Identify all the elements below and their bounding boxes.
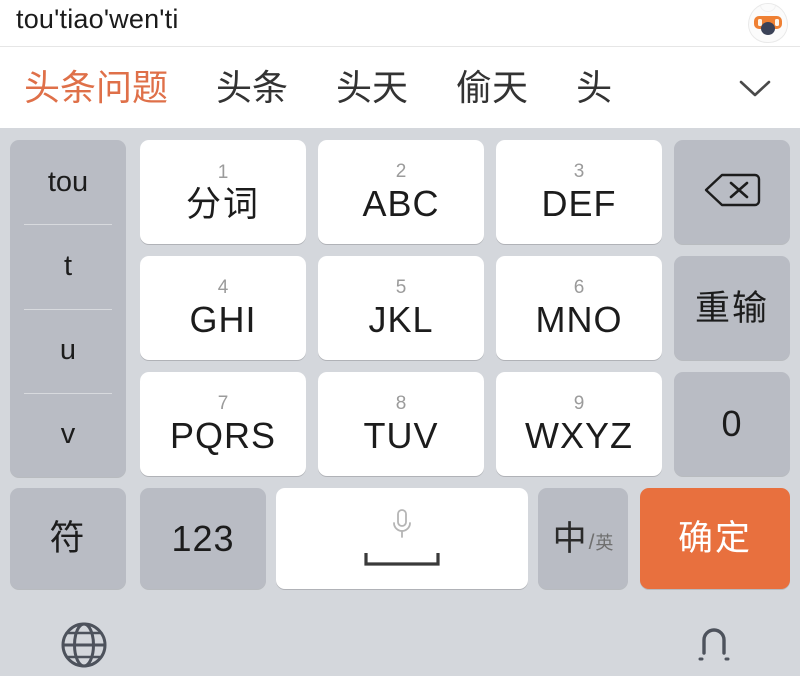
pinyin-syllable-cell[interactable]: v (10, 392, 126, 477)
space-key-content (363, 506, 441, 572)
key-3-def[interactable]: 3 DEF (496, 140, 662, 244)
avatar-eye-right (775, 19, 779, 26)
candidate-item[interactable]: 头条问题 (0, 47, 192, 128)
key-label: TUV (363, 415, 439, 456)
key-6-mno[interactable]: 6 MNO (496, 256, 662, 360)
key-2-abc[interactable]: 2 ABC (318, 140, 484, 244)
key-label: ABC (362, 183, 440, 224)
key-number: 3 (573, 161, 585, 182)
key-label: WXYZ (525, 415, 633, 456)
confirm-key-label: 确定 (677, 519, 752, 558)
key-label: MNO (535, 299, 623, 340)
avatar-nose (761, 22, 775, 35)
avatar-ears (761, 4, 775, 11)
composing-bar: tou'tiao'wen'ti (0, 0, 800, 47)
key-label: 0 (721, 403, 743, 444)
backspace-icon (703, 171, 761, 214)
microphone-icon[interactable] (387, 506, 417, 549)
hide-keyboard-icon[interactable] (690, 623, 738, 674)
redo-key-label: 重输 (694, 288, 769, 328)
key-label: JKL (368, 299, 434, 340)
symbols-key-label: 符 (49, 519, 87, 558)
pinyin-syllable-cell[interactable]: u (10, 308, 126, 393)
key-5-jkl[interactable]: 5 JKL (318, 256, 484, 360)
numbers-key[interactable]: 123 (140, 488, 266, 589)
lang-separator: / (588, 530, 595, 554)
backspace-key[interactable] (674, 140, 790, 244)
key-number: 5 (395, 277, 407, 298)
key-0[interactable]: 0 (674, 372, 790, 476)
ime-keyboard-screen: tou'tiao'wen'ti 头条问题 头条 头天 偷天头 tou t u v 1 分词 (0, 0, 800, 668)
candidate-list: 头条问题 头条 头天 偷天头 (0, 47, 636, 128)
lang-secondary-label: 英 (595, 532, 614, 553)
key-label: DEF (541, 183, 617, 224)
key-4-ghi[interactable]: 4 GHI (140, 256, 306, 360)
key-label: PQRS (169, 415, 277, 456)
key-9-wxyz[interactable]: 9 WXYZ (496, 372, 662, 476)
globe-icon[interactable] (58, 619, 110, 676)
key-number: 8 (395, 393, 407, 414)
key-label: 分词 (185, 184, 260, 224)
language-toggle-key[interactable]: 中 / 英 (538, 488, 628, 589)
key-number: 6 (573, 277, 585, 298)
spacebar-icon (363, 551, 441, 572)
candidate-item[interactable]: 头 (552, 47, 636, 128)
key-number: 9 (573, 393, 585, 414)
key-1-fenci[interactable]: 1 分词 (140, 140, 306, 244)
key-number: 7 (217, 393, 229, 414)
key-label: GHI (189, 299, 257, 340)
numbers-key-label: 123 (171, 517, 235, 559)
candidate-item[interactable]: 偷天 (432, 47, 552, 128)
candidate-bar: 头条问题 头条 头天 偷天头 (0, 47, 800, 128)
symbols-key[interactable]: 符 (10, 488, 126, 589)
key-7-pqrs[interactable]: 7 PQRS (140, 372, 306, 476)
candidates-expand-button[interactable] (710, 47, 800, 128)
ime-mascot-avatar-icon[interactable] (748, 3, 788, 43)
space-key[interactable] (276, 488, 528, 589)
confirm-key[interactable]: 确定 (640, 488, 790, 589)
keyboard-area: tou t u v 1 分词 2 ABC 3 DEF 4 GHI 5 JKL 6… (0, 128, 800, 601)
pinyin-syllable-cell[interactable]: t (10, 224, 126, 308)
bottom-toolbar (0, 601, 800, 668)
key-number: 4 (217, 277, 229, 298)
key-number: 2 (395, 161, 407, 182)
redo-key[interactable]: 重输 (674, 256, 790, 360)
pinyin-syllable-column: tou t u v (10, 140, 126, 477)
key-8-tuv[interactable]: 8 TUV (318, 372, 484, 476)
pinyin-composing-text[interactable]: tou'tiao'wen'ti (16, 4, 179, 35)
chevron-down-icon (735, 76, 775, 100)
candidate-item[interactable]: 头天 (312, 47, 432, 128)
language-toggle-content: 中 / 英 (553, 522, 614, 556)
key-number: 1 (217, 161, 229, 183)
lang-primary-label: 中 (552, 519, 587, 558)
pinyin-syllable-cell[interactable]: tou (10, 140, 126, 224)
candidate-item[interactable]: 头条 (192, 47, 312, 128)
